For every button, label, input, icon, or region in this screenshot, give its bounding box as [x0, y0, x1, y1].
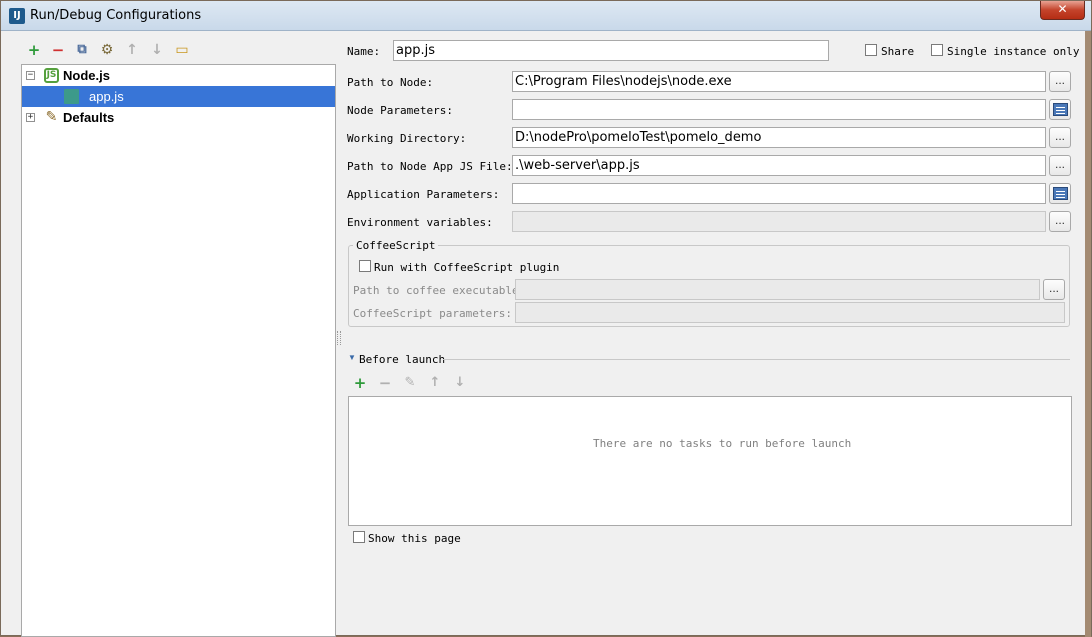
- share-checkbox[interactable]: [865, 44, 877, 56]
- javascript-file-icon: js: [64, 89, 79, 104]
- configurations-toolbar: + − ⧉ ⚙ ↑ ↓ ▭: [21, 41, 221, 61]
- remove-icon[interactable]: −: [49, 41, 67, 59]
- name-input[interactable]: app.js: [393, 40, 829, 61]
- coffee-params-input[interactable]: [515, 302, 1065, 323]
- app-parameters-input[interactable]: [512, 183, 1046, 204]
- tree-item-app-js[interactable]: js app.js: [22, 86, 335, 107]
- app-js-file-label: Path to Node App JS File:: [347, 160, 513, 173]
- app-js-file-input[interactable]: .\web-server\app.js: [512, 155, 1046, 176]
- defaults-icon: ✎: [45, 109, 58, 125]
- window-title: Run/Debug Configurations: [30, 8, 202, 23]
- coffee-exec-input[interactable]: [515, 279, 1040, 300]
- move-task-down-icon[interactable]: ↓: [451, 374, 469, 392]
- expand-editor-icon[interactable]: [1049, 183, 1071, 204]
- path-to-node-input[interactable]: C:\Program Files\nodejs\node.exe: [512, 71, 1046, 92]
- single-instance-label: Single instance only: [947, 45, 1080, 58]
- working-directory-label: Working Directory:: [347, 132, 467, 145]
- before-launch-title[interactable]: Before launch: [359, 353, 445, 366]
- tree-item-nodejs[interactable]: − JS Node.js: [22, 65, 335, 86]
- empty-tasks-text: There are no tasks to run before launch: [593, 437, 852, 450]
- path-to-node-label: Path to Node:: [347, 76, 434, 89]
- title-bar[interactable]: IJ Run/Debug Configurations ✕: [1, 1, 1091, 31]
- window-edge: [1085, 31, 1091, 637]
- folder-icon[interactable]: ▭: [173, 41, 191, 59]
- nodejs-icon: JS: [44, 68, 59, 83]
- move-down-icon[interactable]: ↓: [148, 41, 166, 59]
- move-up-icon[interactable]: ↑: [123, 41, 141, 59]
- splitter-handle[interactable]: [337, 331, 341, 345]
- single-instance-checkbox[interactable]: [931, 44, 943, 56]
- show-this-page-checkbox[interactable]: [353, 531, 365, 543]
- coffee-params-label: CoffeeScript parameters:: [353, 307, 512, 320]
- coffeescript-group-title: CoffeeScript: [353, 239, 439, 252]
- collapse-arrow-icon[interactable]: ▼: [348, 353, 356, 362]
- app-parameters-label: Application Parameters:: [347, 188, 500, 201]
- tree-item-defaults[interactable]: + ✎ Defaults: [22, 107, 335, 128]
- share-label: Share: [881, 45, 915, 58]
- browse-node-button[interactable]: ...: [1049, 71, 1071, 92]
- run-debug-dialog: IJ Run/Debug Configurations ✕ + − ⧉ ⚙ ↑ …: [0, 0, 1092, 637]
- add-icon[interactable]: +: [25, 41, 43, 59]
- expand-editor-icon[interactable]: [1049, 99, 1071, 120]
- move-task-up-icon[interactable]: ↑: [426, 374, 444, 392]
- tree-item-label: Defaults: [63, 110, 115, 125]
- tree-item-label: app.js: [89, 89, 124, 104]
- configurations-tree[interactable]: − JS Node.js js app.js + ✎ Defaults: [21, 64, 336, 637]
- env-variables-input[interactable]: [512, 211, 1046, 232]
- remove-task-icon[interactable]: −: [376, 374, 394, 392]
- run-with-coffeescript-label: Run with CoffeeScript plugin: [374, 261, 560, 274]
- show-this-page-label: Show this page: [368, 532, 461, 545]
- browse-coffee-button[interactable]: ...: [1043, 279, 1065, 300]
- node-parameters-input[interactable]: [512, 99, 1046, 120]
- browse-directory-button[interactable]: ...: [1049, 127, 1071, 148]
- name-label: Name:: [347, 45, 381, 58]
- expand-icon[interactable]: +: [26, 113, 35, 122]
- node-parameters-label: Node Parameters:: [347, 104, 453, 117]
- intellij-icon: IJ: [9, 8, 25, 24]
- before-launch-separator: [443, 359, 1070, 360]
- working-directory-input[interactable]: D:\nodePro\pomeloTest\pomelo_demo: [512, 127, 1046, 148]
- tree-item-label: Node.js: [63, 68, 110, 83]
- before-launch-tasks-list[interactable]: There are no tasks to run before launch: [348, 396, 1072, 526]
- edit-task-icon[interactable]: ✎: [401, 374, 419, 392]
- add-task-icon[interactable]: +: [351, 374, 369, 392]
- edit-env-button[interactable]: ...: [1049, 211, 1071, 232]
- copy-icon[interactable]: ⧉: [73, 41, 91, 59]
- close-button[interactable]: ✕: [1040, 1, 1085, 20]
- browse-js-file-button[interactable]: ...: [1049, 155, 1071, 176]
- coffee-exec-label: Path to coffee executable:: [353, 284, 526, 297]
- collapse-icon[interactable]: −: [26, 71, 35, 80]
- edit-defaults-icon[interactable]: ⚙: [98, 41, 116, 59]
- env-variables-label: Environment variables:: [347, 216, 493, 229]
- run-with-coffeescript-checkbox[interactable]: [359, 260, 371, 272]
